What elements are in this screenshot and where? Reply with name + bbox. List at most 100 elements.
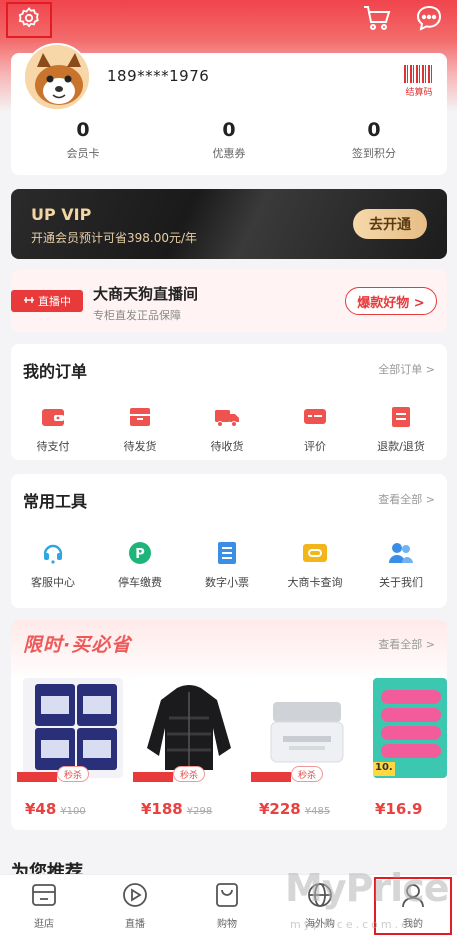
flash-sale-tag: 秒杀 bbox=[57, 766, 89, 782]
play-icon bbox=[121, 881, 149, 909]
product-card[interactable]: 10. ¥16.9 bbox=[367, 676, 447, 826]
tools-section: 常用工具 查看全部 > 客服中心 P 停车缴费 数字小票 大商卡查询 关于我们 bbox=[11, 474, 447, 608]
tool-card-query[interactable]: 大商卡查询 bbox=[275, 540, 355, 590]
current-price: ¥228 bbox=[259, 800, 301, 818]
all-tools-link[interactable]: 查看全部 > bbox=[378, 491, 435, 507]
tool-label: 客服中心 bbox=[31, 576, 75, 589]
bag-icon bbox=[213, 881, 241, 909]
flash-deals-section: 限时·买必省 查看全部 > 秒杀 ¥48 ¥100 秒杀 ¥188 ¥298 秒… bbox=[11, 620, 447, 830]
cart-icon bbox=[362, 4, 392, 36]
order-pending-payment[interactable]: 待支付 bbox=[13, 404, 93, 454]
order-pending-shipment[interactable]: 待发货 bbox=[100, 404, 180, 454]
order-review[interactable]: 评价 bbox=[275, 404, 355, 454]
current-price: ¥16.9 bbox=[375, 800, 423, 818]
receipt-icon bbox=[214, 540, 240, 566]
product-card[interactable]: 秒杀 ¥48 ¥100 bbox=[17, 676, 129, 826]
stat-member-card[interactable]: 0 会员卡 bbox=[33, 119, 133, 161]
settings-button[interactable] bbox=[6, 2, 52, 38]
tool-parking[interactable]: P 停车缴费 bbox=[100, 540, 180, 590]
tool-label: 数字小票 bbox=[205, 576, 249, 589]
live-title: 大商天狗直播间 bbox=[93, 285, 199, 303]
stat-points[interactable]: 0 签到积分 bbox=[324, 119, 424, 161]
order-refund[interactable]: 退款/退货 bbox=[361, 404, 441, 454]
order-pending-receipt[interactable]: 待收货 bbox=[187, 404, 267, 454]
tab-label: 逛店 bbox=[34, 919, 54, 930]
live-badge-label: 直播中 bbox=[38, 295, 71, 308]
vip-subtitle: 开通会员预计可省398.00元/年 bbox=[31, 231, 198, 245]
avatar[interactable] bbox=[23, 43, 91, 111]
deal-strip bbox=[17, 772, 57, 782]
top-bar bbox=[0, 0, 457, 44]
cart-button[interactable] bbox=[360, 4, 394, 36]
tab-live[interactable]: 直播 bbox=[100, 881, 170, 930]
tab-shopping[interactable]: 购物 bbox=[192, 881, 262, 930]
current-price: ¥188 bbox=[141, 800, 183, 818]
product-image bbox=[257, 678, 357, 778]
wallet-icon bbox=[40, 404, 66, 430]
tab-label: 直播 bbox=[125, 919, 145, 930]
parking-icon: P bbox=[127, 540, 153, 566]
stat-label: 会员卡 bbox=[66, 147, 100, 160]
open-vip-button[interactable]: 去开通 bbox=[353, 209, 427, 239]
orders-title: 我的订单 bbox=[23, 362, 88, 381]
stat-value: 0 bbox=[222, 119, 236, 141]
deal-strip bbox=[133, 772, 173, 782]
flash-sale-tag: 秒杀 bbox=[173, 766, 205, 782]
tool-label: 大商卡查询 bbox=[287, 576, 343, 589]
stat-value: 0 bbox=[76, 119, 90, 141]
pay-code-label: 结算码 bbox=[405, 88, 433, 98]
tab-label: 购物 bbox=[217, 919, 237, 930]
vip-title: UP VIP bbox=[31, 205, 92, 224]
order-label: 待收货 bbox=[210, 440, 244, 453]
people-icon bbox=[388, 540, 414, 566]
tab-store[interactable]: 逛店 bbox=[9, 881, 79, 930]
watermark: MyPrice bbox=[285, 866, 449, 910]
order-label: 评价 bbox=[304, 440, 326, 453]
comment-icon bbox=[302, 404, 328, 430]
watermark-url: myprice.com.cn bbox=[290, 918, 421, 931]
tool-label: 关于我们 bbox=[379, 576, 423, 589]
product-price: ¥228 ¥485 bbox=[259, 800, 330, 818]
live-badge: 直播中 bbox=[11, 290, 83, 312]
phone-number: 189****1976 bbox=[107, 67, 210, 85]
original-price: ¥485 bbox=[304, 806, 331, 817]
card-icon bbox=[302, 540, 328, 566]
product-card[interactable]: 秒杀 ¥228 ¥485 bbox=[251, 676, 363, 826]
gear-icon bbox=[17, 6, 41, 34]
truck-icon bbox=[214, 404, 240, 430]
message-button[interactable] bbox=[412, 4, 446, 36]
profile-card: 189****1976 结算码 0 会员卡 0 优惠券 0 签到积分 bbox=[11, 43, 447, 175]
product-price: ¥48 ¥100 bbox=[25, 800, 86, 818]
svg-text:P: P bbox=[135, 547, 145, 562]
stat-label: 签到积分 bbox=[352, 147, 396, 160]
headset-icon bbox=[40, 540, 66, 566]
live-stream-banner[interactable]: 直播中 大商天狗直播间 专柜直发正品保障 爆款好物 > bbox=[11, 270, 447, 332]
tool-label: 停车缴费 bbox=[118, 576, 162, 589]
product-price: ¥188 ¥298 bbox=[141, 800, 212, 818]
all-orders-link[interactable]: 全部订单 > bbox=[378, 361, 435, 377]
live-subtitle: 专柜直发正品保障 bbox=[93, 309, 181, 322]
flash-deals-title: 限时·买必省 bbox=[23, 634, 132, 656]
order-label: 退款/退货 bbox=[377, 440, 425, 453]
chat-bubble-icon bbox=[415, 4, 443, 36]
product-image bbox=[139, 678, 239, 778]
refund-icon bbox=[388, 404, 414, 430]
deal-strip bbox=[251, 772, 291, 782]
product-badge: 10. bbox=[375, 762, 393, 773]
vip-banner[interactable]: UP VIP 开通会员预计可省398.00元/年 去开通 bbox=[11, 189, 447, 259]
product-card[interactable]: 秒杀 ¥188 ¥298 bbox=[133, 676, 245, 826]
stat-coupons[interactable]: 0 优惠券 bbox=[179, 119, 279, 161]
store-icon bbox=[30, 881, 58, 909]
stat-value: 0 bbox=[367, 119, 381, 141]
tool-digital-receipt[interactable]: 数字小票 bbox=[187, 540, 267, 590]
live-signal-icon bbox=[23, 295, 35, 308]
order-label: 待发货 bbox=[123, 440, 157, 453]
tool-about-us[interactable]: 关于我们 bbox=[361, 540, 441, 590]
all-deals-link[interactable]: 查看全部 > bbox=[378, 636, 435, 652]
hot-products-button[interactable]: 爆款好物 > bbox=[345, 287, 437, 315]
product-price: ¥16.9 bbox=[375, 800, 422, 818]
package-icon bbox=[127, 404, 153, 430]
pay-code-button[interactable]: 结算码 bbox=[399, 65, 439, 101]
orders-section: 我的订单 全部订单 > 待支付 待发货 待收货 评价 退款/退货 bbox=[11, 344, 447, 460]
tool-customer-service[interactable]: 客服中心 bbox=[13, 540, 93, 590]
